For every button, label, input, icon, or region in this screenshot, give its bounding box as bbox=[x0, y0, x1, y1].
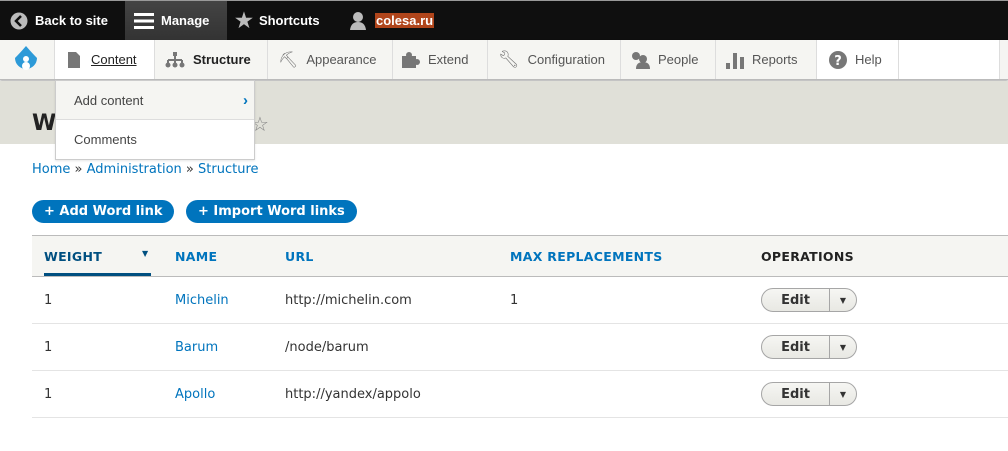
breadcrumb-separator: » bbox=[74, 162, 83, 177]
cell-url: /node/barum bbox=[273, 323, 498, 371]
back-to-site-link[interactable]: Back to site bbox=[10, 1, 108, 40]
nav-help-label: Help bbox=[855, 52, 882, 67]
bar-chart-icon bbox=[726, 52, 744, 69]
wrench-icon: 🔧︎ bbox=[498, 49, 520, 69]
cell-weight: 1 bbox=[32, 276, 163, 324]
nav-appearance-label: Appearance bbox=[306, 52, 377, 67]
add-content-label: Add content bbox=[74, 92, 144, 108]
cell-name-link[interactable]: Michelin bbox=[175, 293, 229, 308]
nav-spacer bbox=[899, 40, 1000, 79]
paint-icon: ⛏ bbox=[278, 51, 299, 69]
chevron-right-icon: › bbox=[243, 91, 248, 109]
cell-url: http://yandex/appolo bbox=[273, 370, 498, 418]
nav-configuration-label: Configuration bbox=[527, 52, 605, 67]
add-word-link-button[interactable]: + Add Word link bbox=[32, 200, 175, 223]
edit-button[interactable]: Edit bbox=[762, 383, 830, 405]
page-title: W bbox=[32, 111, 57, 136]
cell-name-link[interactable]: Barum bbox=[175, 340, 218, 355]
nav-reports[interactable]: Reports bbox=[716, 40, 817, 79]
breadcrumb-structure[interactable]: Structure bbox=[198, 162, 258, 177]
content-dropdown-menu: Add content › Comments bbox=[55, 80, 255, 160]
star-icon: ★ bbox=[235, 10, 253, 32]
nav-people[interactable]: People bbox=[621, 40, 716, 79]
cell-name-link[interactable]: Apollo bbox=[175, 387, 215, 402]
nav-structure-label: Structure bbox=[193, 52, 251, 67]
operations-dropbutton: Edit ▼ bbox=[761, 335, 857, 359]
cell-weight: 1 bbox=[32, 370, 163, 418]
cell-max bbox=[498, 370, 749, 418]
nav-reports-label: Reports bbox=[752, 52, 798, 67]
svg-text:?: ? bbox=[834, 54, 842, 69]
menu-item-comments[interactable]: Comments bbox=[56, 120, 254, 159]
nav-people-label: People bbox=[658, 52, 699, 67]
weight-header-label: WEIGHT bbox=[44, 248, 103, 264]
nav-help[interactable]: ? Help bbox=[817, 40, 899, 79]
shortcuts-label: Shortcuts bbox=[258, 13, 320, 28]
operations-dropbutton: Edit ▼ bbox=[761, 288, 857, 312]
hamburger-icon bbox=[134, 12, 154, 29]
nav-configuration[interactable]: 🔧︎ Configuration bbox=[488, 40, 621, 79]
manage-tab[interactable]: Manage bbox=[125, 1, 227, 40]
puzzle-icon bbox=[402, 51, 420, 68]
nav-structure[interactable]: Structure bbox=[155, 40, 268, 79]
manage-tray: Content Structure ⛏ Appearance Extend 🔧︎… bbox=[0, 40, 1008, 80]
user-icon bbox=[350, 11, 366, 30]
admin-toolbar: Back to site Manage ★ Shortcuts colesa.r… bbox=[0, 0, 1008, 40]
menu-item-add-content[interactable]: Add content › bbox=[56, 81, 254, 120]
file-icon bbox=[68, 51, 80, 68]
sort-desc-icon: ▼ bbox=[142, 248, 149, 258]
comments-label: Comments bbox=[74, 132, 137, 147]
help-icon: ? bbox=[829, 50, 847, 69]
back-to-site-label: Back to site bbox=[35, 13, 108, 28]
drupal-drop-icon bbox=[15, 45, 37, 70]
table-row: 1 Barum /node/barum Edit ▼ bbox=[32, 323, 1008, 371]
nav-extend[interactable]: Extend bbox=[393, 40, 488, 79]
dropbutton-toggle-icon[interactable]: ▼ bbox=[830, 383, 856, 405]
column-header-weight[interactable]: WEIGHT ▼ bbox=[32, 235, 163, 277]
operations-dropbutton: Edit ▼ bbox=[761, 382, 857, 406]
cell-max: 1 bbox=[498, 276, 749, 324]
nav-extend-label: Extend bbox=[428, 52, 469, 67]
people-icon bbox=[632, 51, 650, 69]
breadcrumb: Home » Administration » Structure bbox=[32, 162, 259, 177]
shortcuts-tab[interactable]: ★ Shortcuts bbox=[235, 1, 320, 40]
table-row: 1 Apollo http://yandex/appolo Edit ▼ bbox=[32, 370, 1008, 418]
breadcrumb-separator: » bbox=[185, 162, 194, 177]
cell-url: http://michelin.com bbox=[273, 276, 498, 324]
column-header-name[interactable]: NAME bbox=[163, 235, 273, 277]
nav-appearance[interactable]: ⛏ Appearance bbox=[268, 40, 393, 79]
word-links-table: WEIGHT ▼ NAME URL MAX REPLACEMENTS OPERA… bbox=[32, 235, 1008, 418]
table-row: 1 Michelin http://michelin.com 1 Edit ▼ bbox=[32, 276, 1008, 324]
dropbutton-toggle-icon[interactable]: ▼ bbox=[830, 336, 856, 358]
user-name: colesa.ru bbox=[375, 13, 435, 28]
column-header-url[interactable]: URL bbox=[273, 235, 498, 277]
cell-max bbox=[498, 323, 749, 371]
edit-button[interactable]: Edit bbox=[762, 336, 830, 358]
nav-content[interactable]: Content bbox=[55, 40, 155, 79]
dropbutton-toggle-icon[interactable]: ▼ bbox=[830, 289, 856, 311]
breadcrumb-administration[interactable]: Administration bbox=[87, 162, 182, 177]
drupal-logo[interactable] bbox=[0, 40, 55, 79]
import-word-links-button[interactable]: + Import Word links bbox=[186, 200, 357, 223]
manage-label: Manage bbox=[161, 13, 210, 28]
back-arrow-icon bbox=[10, 12, 28, 29]
structure-icon bbox=[165, 51, 185, 67]
cell-weight: 1 bbox=[32, 323, 163, 371]
nav-content-label: Content bbox=[91, 52, 137, 67]
column-header-max-replacements[interactable]: MAX REPLACEMENTS bbox=[498, 235, 749, 277]
user-tab[interactable]: colesa.ru bbox=[349, 1, 435, 40]
edit-button[interactable]: Edit bbox=[762, 289, 830, 311]
breadcrumb-home[interactable]: Home bbox=[32, 162, 70, 177]
column-header-operations: OPERATIONS bbox=[749, 235, 1008, 277]
